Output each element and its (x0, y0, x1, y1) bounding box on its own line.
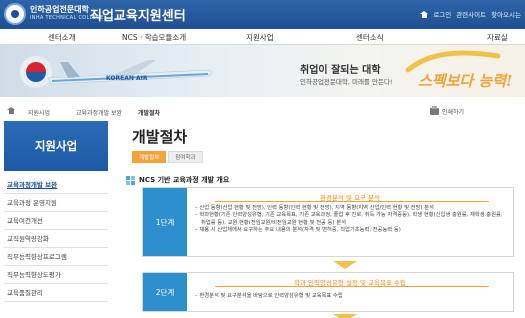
step-card: 1단계 환경분석 및 요구 분석 – 산업 동향(산업 현황 및 전망), 인력… (142, 187, 514, 257)
step-arrow-icon (333, 261, 357, 269)
step-list-item: – 학과현황(기존 인력양성유형, 기존 교육목표, 기존 교육과정, 졸업 후… (195, 212, 503, 226)
tab-development-procedure[interactable]: 개발절차 (132, 151, 167, 163)
content-tabs: 개발절차 참여학과 (132, 151, 203, 163)
home-icon (7, 107, 15, 114)
nav-resources[interactable]: 자료실 (487, 32, 508, 43)
sidebar-item-education-environment[interactable]: 교육여건개선 (4, 212, 108, 230)
top-header: 인하공업전문대학 INHA TECHNICAL COLLEGE 직업교육지원센터… (0, 0, 525, 29)
breadcrumb-level-1[interactable]: 지원사업 (28, 108, 50, 117)
main-content: 개발절차 개발절차 참여학과 NCS 기반 교육과정 개발 개요 1단계 환경분… (118, 121, 522, 318)
section-bullet-icon (126, 175, 135, 185)
sidebar-item-job-skill-program[interactable]: 직무능력향상프로그램 (4, 248, 108, 266)
slogan-brush-text: 스펙보다 능력! (418, 72, 513, 90)
step-heading-underline (215, 201, 489, 202)
airline-name: KOREAN AIR (106, 75, 148, 82)
print-button[interactable]: 인쇄하기 (430, 106, 465, 116)
breadcrumb-home[interactable] (7, 107, 15, 116)
step-label: 1단계 (143, 188, 187, 256)
step-heading-underline (215, 286, 489, 287)
college-name[interactable]: 인하공업전문대학 (30, 4, 89, 15)
hero-banner: KOREAN AIR 취업이 잘되는 대학 인하공업전문대학, 미래를 만든다!… (0, 45, 525, 97)
nav-center-news[interactable]: 센터소식 (356, 32, 384, 43)
section-title: NCS 기반 교육과정 개발 개요 (126, 175, 229, 185)
step-list-item: – 채용 시 산업체에서 요구하는 주요 내용의 분석(자격 및 면허증, 직업… (195, 227, 401, 234)
nav-ncs-module[interactable]: NCS · 학습모듈소개 (122, 32, 186, 43)
step-list-item: – 환경분석 및 요구분석을 바탕으로 인력양성유형 및 교육목표 수립 (195, 293, 343, 299)
banner-subline: 인하공업전문대학, 미래를 만든다! (300, 78, 393, 86)
section-title-text: NCS 기반 교육과정 개발 개요 (139, 176, 230, 184)
breadcrumb-current: 개발절차 (138, 110, 161, 117)
breadcrumb: 지원사업 교육과정개발 보완 개발절차 인쇄하기 (0, 104, 525, 118)
page-title: 개발절차 (132, 128, 188, 146)
nav-support-projects[interactable]: 지원사업 (246, 32, 274, 43)
sidebar-item-quality-management[interactable]: 교육품질관리 (4, 284, 108, 302)
printer-icon (430, 106, 439, 115)
sidebar-item-job-skill-evaluation[interactable]: 직무능력향상도평가 (4, 266, 108, 284)
home-icon[interactable] (420, 10, 429, 18)
step-body: – 산업 동향(산업 현황 및 전망), 인력 동향(인력 현황 및 전망), … (195, 205, 507, 235)
breadcrumb-level-2[interactable]: 교육과정개발 보완 (76, 108, 122, 117)
top-link-login[interactable]: 로그인 (433, 9, 451, 19)
top-link-related-sites[interactable]: 관련사이트 (456, 9, 486, 19)
sidebar-item-curriculum-development[interactable]: 교육과정개발 보완 (4, 176, 108, 194)
main-nav: 센터소개 NCS · 학습모듈소개 지원사업 센터소식 자료실 (0, 29, 525, 45)
tab-participating-departments[interactable]: 참여학과 (168, 151, 203, 163)
step-body: – 환경분석 및 요구분석을 바탕으로 인력양성유형 및 교육목표 수립 (195, 293, 507, 300)
sidebar-item-curriculum-operation[interactable]: 교육과정 운영지원 (4, 194, 108, 212)
sidebar-item-staff-capacity[interactable]: 교직원역량강화 (4, 230, 108, 248)
page: 인하공업전문대학 INHA TECHNICAL COLLEGE 직업교육지원센터… (0, 0, 525, 318)
sidebar-menu: 교육과정개발 보완 교육과정 운영지원 교육여건개선 교직원역량강화 직무능력향… (4, 176, 108, 302)
print-label: 인쇄하기 (442, 109, 465, 116)
top-link-directions[interactable]: 찾아오시는 (491, 9, 521, 19)
step-card: 2단계 학과 인력양성유형 설정 및 교육목표 수립 – 환경분석 및 요구분석… (142, 272, 514, 312)
slogan-brush-art: 스펙보다 능력! (405, 50, 513, 90)
site-title[interactable]: 직업교육지원센터 (90, 5, 186, 24)
step-arrow-icon (333, 314, 357, 318)
nav-center-intro[interactable]: 센터소개 (48, 32, 76, 43)
step-label: 2단계 (143, 273, 187, 311)
banner-headline: 취업이 잘되는 대학 (300, 65, 381, 76)
sidebar-title: 지원사업 (4, 121, 108, 171)
airplane-image: KOREAN AIR (20, 56, 213, 88)
top-links: 로그인 관련사이트 찾아오시는 (420, 9, 521, 19)
college-logo-icon[interactable] (4, 3, 26, 25)
